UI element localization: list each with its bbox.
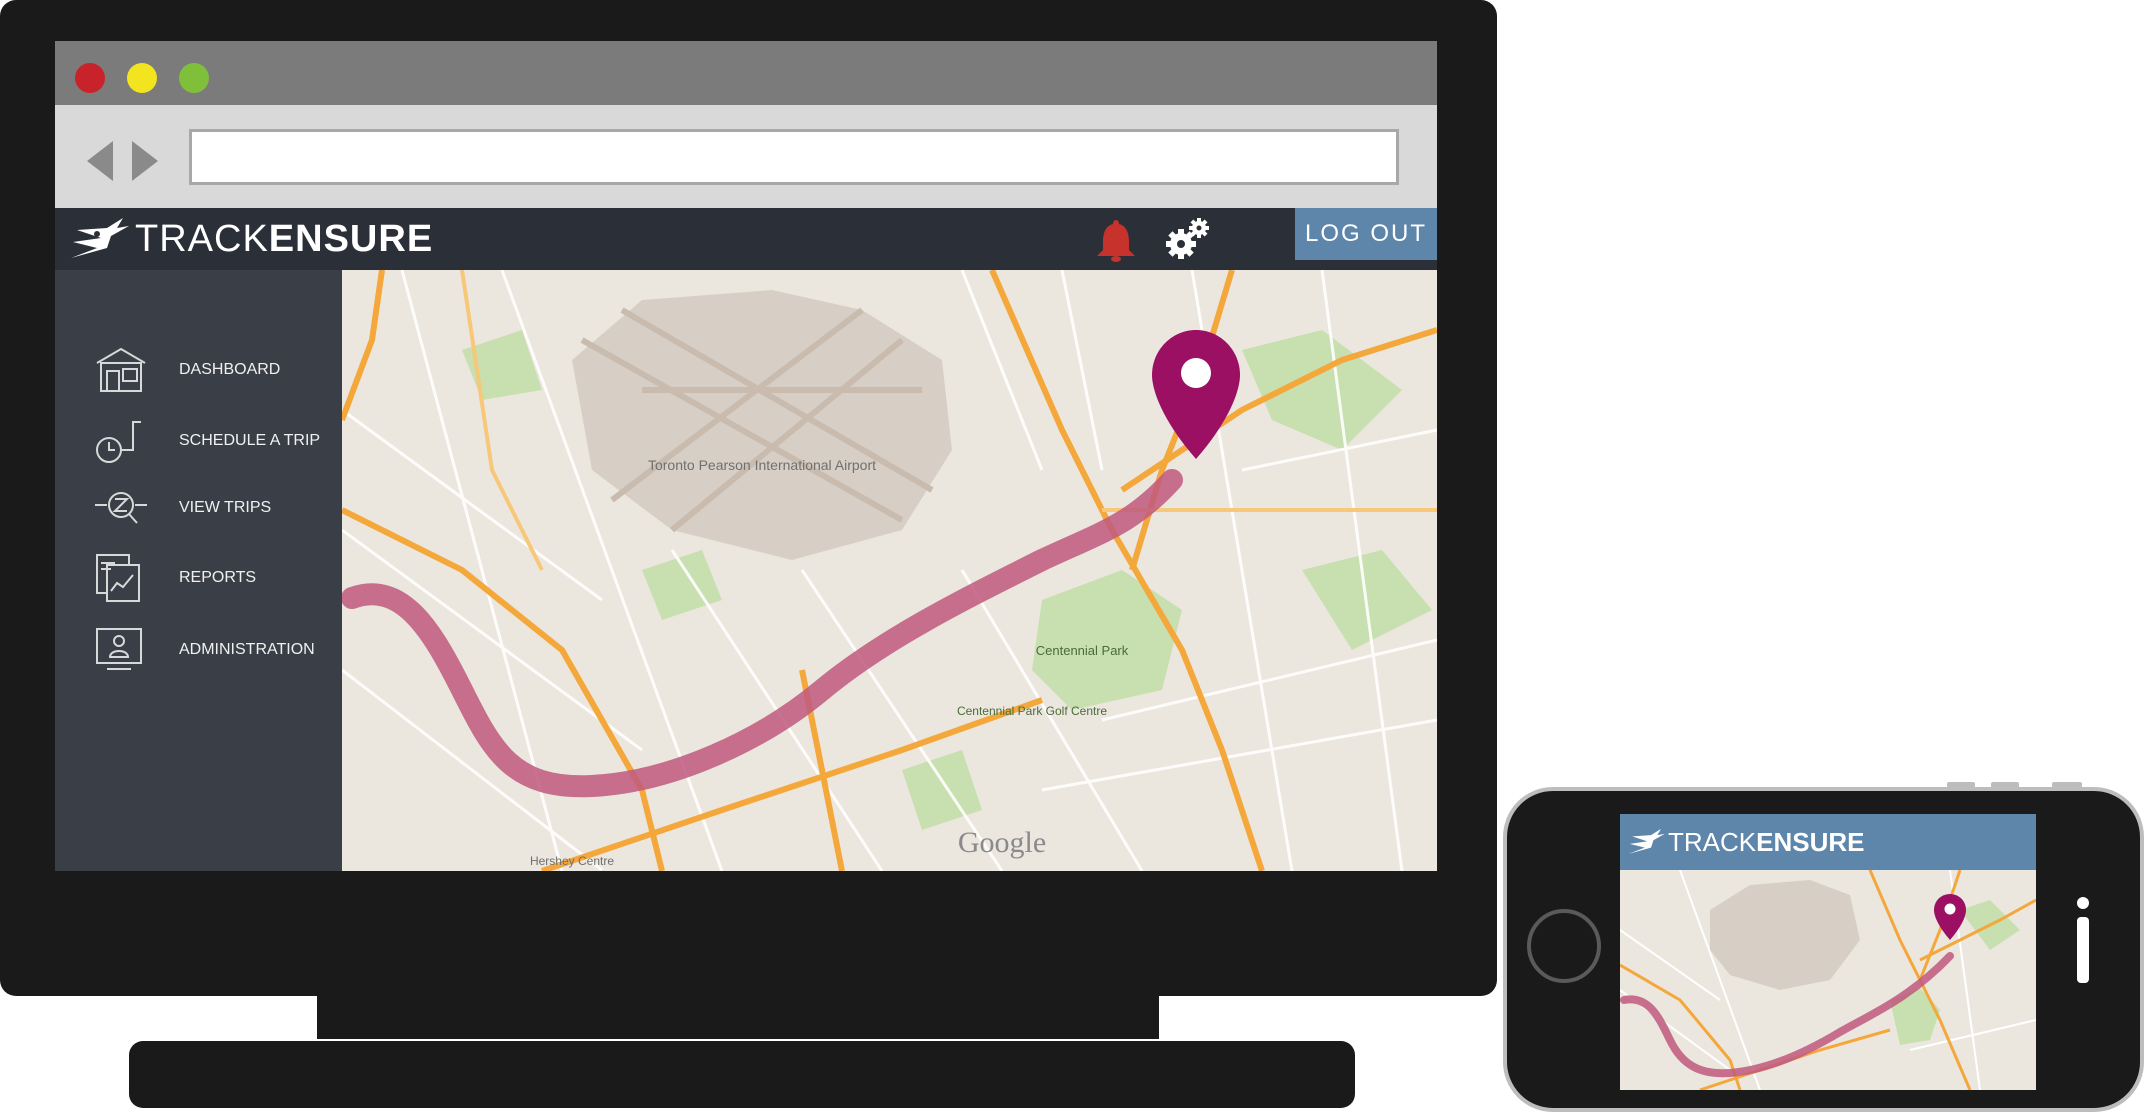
- mobile-screen: TRACKENSURE: [1620, 814, 2036, 1090]
- mobile-phone: TRACKENSURE: [1503, 782, 2144, 1112]
- close-window-button[interactable]: [75, 63, 105, 93]
- google-watermark: Google: [958, 826, 1046, 859]
- dashboard-icon: [96, 347, 146, 392]
- map-airport-label: Toronto Pearson International Airport: [648, 457, 876, 473]
- maximize-window-button[interactable]: [179, 63, 209, 93]
- sidebar-item-label: ADMINISTRATION: [179, 641, 315, 658]
- phone-volume-button: [1947, 782, 1975, 788]
- map-park-label: Centennial Park: [1036, 643, 1129, 658]
- mobile-route-map[interactable]: [1620, 870, 2036, 1090]
- trackensure-logo[interactable]: TRACKENSURE: [67, 214, 433, 264]
- address-bar[interactable]: [189, 129, 1399, 185]
- sidebar-item-view-trips[interactable]: VIEW TRIPS: [93, 480, 271, 536]
- brand-name-bold: ENSURE: [268, 217, 434, 260]
- reports-icon: [96, 554, 140, 602]
- view-trips-icon: [95, 492, 147, 524]
- mobile-map-canvas: [1620, 870, 2036, 1090]
- app-header: TRACKENSURE LOG OUT: [55, 208, 1437, 270]
- brand-name-light: TRACK: [135, 217, 269, 260]
- phone-volume-button: [1991, 782, 2019, 788]
- monitor-neck: [317, 994, 1159, 1039]
- desktop-monitor: TRACKENSURE LOG OUT DASHBOARD SCHEDULE A…: [0, 0, 1497, 996]
- sidebar-item-label: REPORTS: [179, 569, 257, 586]
- sidebar-item-label: DASHBOARD: [179, 361, 281, 378]
- map-centre-label: Hershey Centre: [530, 854, 614, 868]
- browser-window: TRACKENSURE LOG OUT DASHBOARD SCHEDULE A…: [55, 41, 1437, 871]
- map-canvas: Toronto Pearson International Airport Ce…: [342, 270, 1437, 871]
- sidebar: DASHBOARD SCHEDULE A TRIP VIEW TRIPS REP…: [55, 270, 342, 871]
- browser-navbar: [55, 105, 1437, 208]
- bell-icon[interactable]: [1095, 218, 1137, 262]
- mobile-trackensure-logo[interactable]: TRACKENSURE: [1626, 822, 1864, 862]
- settings-gears-icon[interactable]: [1165, 216, 1211, 262]
- mobile-app-header: TRACKENSURE: [1620, 814, 2036, 870]
- back-arrow-icon[interactable]: [87, 141, 113, 181]
- map-golf-label: Centennial Park Golf Centre: [957, 704, 1107, 718]
- route-map[interactable]: Toronto Pearson International Airport Ce…: [342, 270, 1437, 871]
- mobile-brand-light: TRACK: [1668, 826, 1757, 857]
- sidebar-item-administration[interactable]: ADMINISTRATION: [93, 622, 315, 678]
- browser-titlebar: [55, 41, 1437, 105]
- bird-logo-icon: [1628, 828, 1665, 854]
- monitor-stand: [129, 1041, 1355, 1108]
- mobile-brand-bold: ENSURE: [1756, 826, 1865, 857]
- bird-logo-icon: [71, 218, 129, 258]
- phone-speaker: [2077, 917, 2089, 983]
- sidebar-item-dashboard[interactable]: DASHBOARD: [93, 342, 280, 398]
- phone-camera: [2077, 897, 2089, 909]
- administration-icon: [96, 628, 142, 670]
- sidebar-item-schedule-trip[interactable]: SCHEDULE A TRIP: [93, 413, 320, 469]
- phone-home-button[interactable]: [1527, 909, 1601, 983]
- sidebar-item-reports[interactable]: REPORTS: [93, 550, 256, 606]
- schedule-trip-icon: [96, 421, 141, 463]
- sidebar-item-label: SCHEDULE A TRIP: [179, 432, 321, 449]
- sidebar-item-label: VIEW TRIPS: [179, 499, 272, 516]
- minimize-window-button[interactable]: [127, 63, 157, 93]
- logout-button[interactable]: LOG OUT: [1295, 208, 1437, 260]
- forward-arrow-icon[interactable]: [132, 141, 158, 181]
- phone-power-button: [2052, 782, 2082, 788]
